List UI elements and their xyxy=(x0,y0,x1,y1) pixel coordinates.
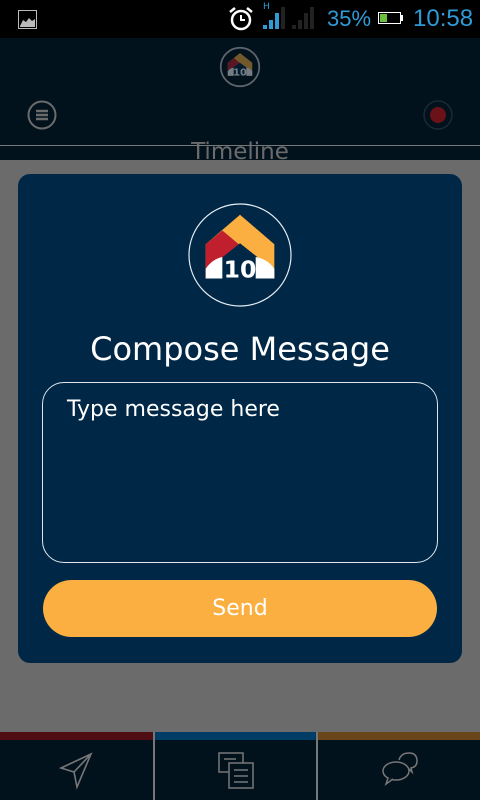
alarm-icon xyxy=(229,7,253,31)
battery-icon xyxy=(378,12,403,24)
tab-indicator xyxy=(318,732,480,740)
tab-chat[interactable] xyxy=(318,732,480,800)
page-title: Timeline xyxy=(191,139,289,165)
app-header: 10 Timeline xyxy=(0,38,480,165)
documents-icon xyxy=(217,752,254,789)
image-icon xyxy=(18,10,37,29)
menu-icon[interactable] xyxy=(27,100,57,130)
logo-text: 10 xyxy=(224,256,257,284)
tab-indicator xyxy=(0,732,153,740)
message-input[interactable] xyxy=(42,382,438,563)
signal-icon xyxy=(263,7,314,29)
compose-dialog: 10 Compose Message Send xyxy=(18,174,462,663)
send-button[interactable]: Send xyxy=(43,580,437,637)
tab-documents[interactable] xyxy=(155,732,316,800)
header-divider xyxy=(0,145,480,146)
send-icon xyxy=(58,752,93,790)
status-bar: H 35% 10:58 xyxy=(0,0,480,38)
dialog-title: Compose Message xyxy=(90,330,390,368)
compose-logo: 10 xyxy=(188,203,292,307)
battery-percent: 35% xyxy=(327,6,372,31)
clock: 10:58 xyxy=(413,5,474,32)
tab-indicator xyxy=(155,732,316,740)
chat-icon xyxy=(382,752,418,786)
tab-send[interactable] xyxy=(0,732,153,800)
app-logo: 10 xyxy=(219,46,261,88)
logo-text: 10 xyxy=(233,67,247,78)
bottom-nav xyxy=(0,732,480,800)
record-icon[interactable] xyxy=(423,100,453,130)
